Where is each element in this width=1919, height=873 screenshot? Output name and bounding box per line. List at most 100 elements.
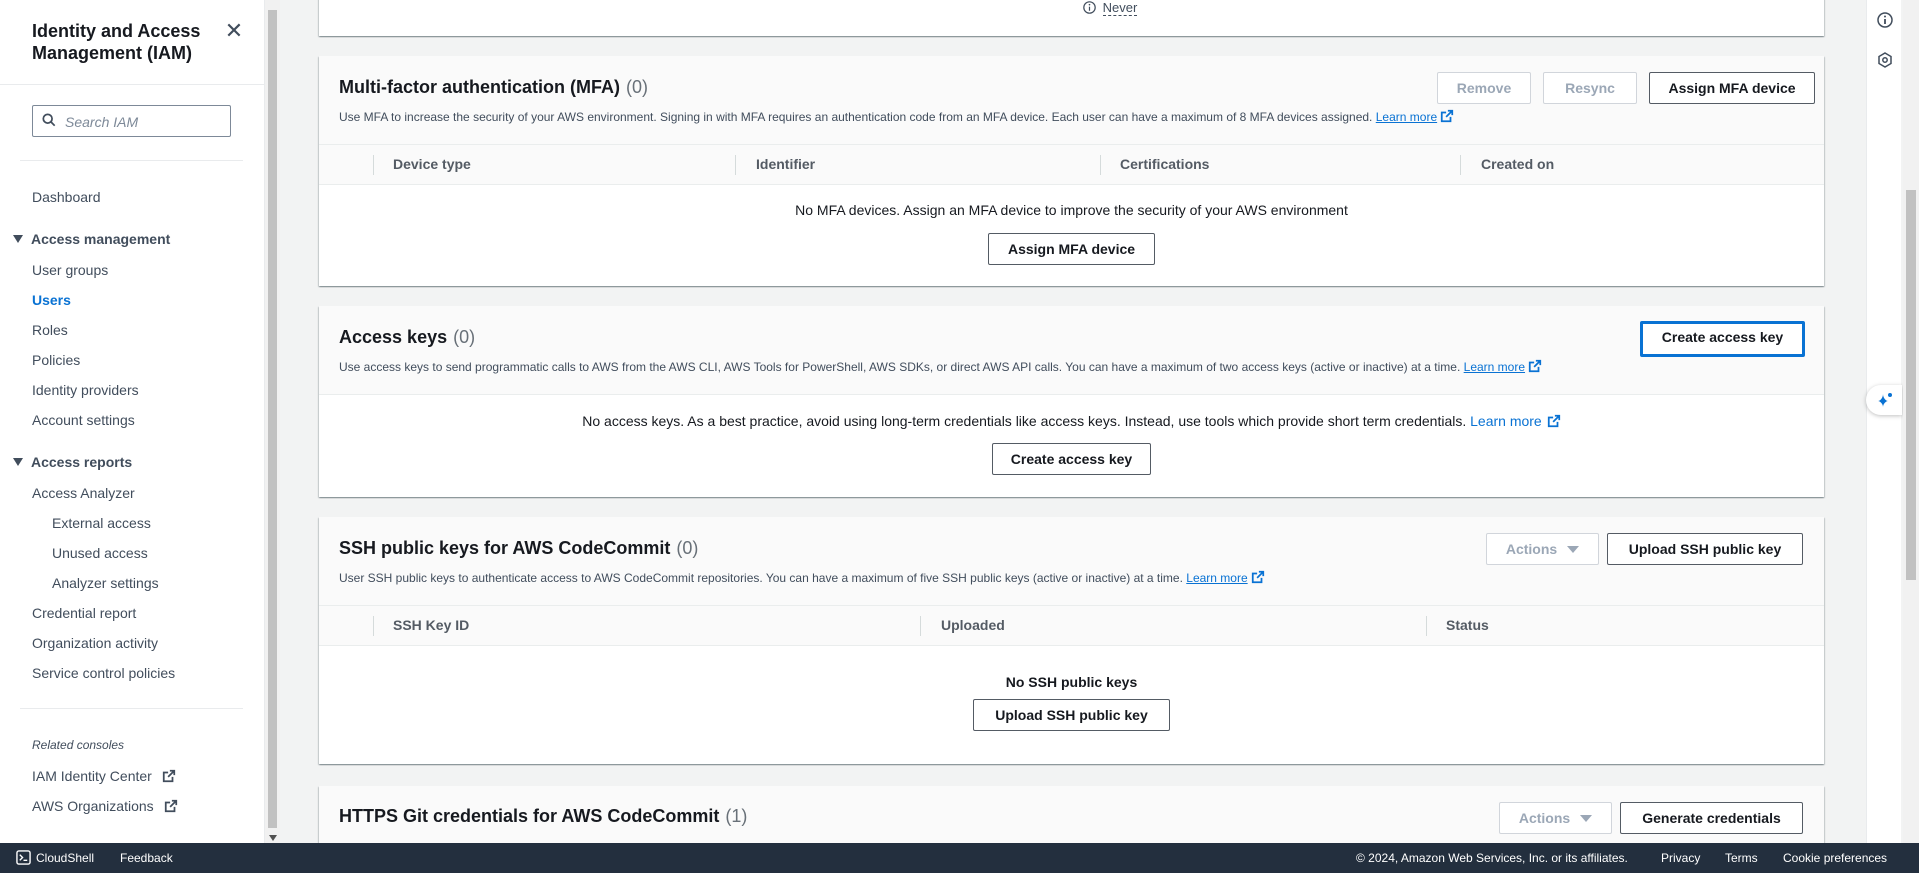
close-icon[interactable]: ✕ (222, 20, 246, 44)
search-input[interactable]: Search IAM (32, 105, 231, 137)
mfa-card: Multi-factor authentication (MFA) (0) Use… (319, 56, 1824, 286)
sidebar-section-access-management[interactable]: Access management (31, 231, 170, 247)
feedback-link[interactable]: Feedback (120, 851, 173, 865)
resync-button[interactable]: Resync (1543, 72, 1637, 104)
column-header-identifier[interactable]: Identifier (756, 156, 815, 172)
column-separator (373, 155, 374, 175)
sidebar-item-unused-access[interactable]: Unused access (52, 545, 148, 561)
search-placeholder: Search IAM (65, 114, 139, 130)
external-link-icon (1441, 109, 1454, 123)
scrollbar-thumb[interactable] (268, 10, 277, 828)
access-keys-empty-learn-more-link[interactable]: Learn more (1470, 413, 1542, 429)
access-keys-empty-text: No access keys. As a best practice, avoi… (582, 413, 1467, 429)
ssh-keys-card: SSH public keys for AWS CodeCommit (0) Us… (319, 517, 1824, 764)
mfa-learn-more-link[interactable]: Learn more (1376, 110, 1437, 124)
https-git-title-text: HTTPS Git credentials for AWS CodeCommit (339, 806, 720, 826)
cloudshell-link[interactable]: CloudShell (16, 850, 94, 865)
ssh-table-header: SSH Key ID Uploaded Status (319, 606, 1824, 646)
https-git-actions-dropdown[interactable]: Actions (1499, 802, 1612, 834)
actions-label: Actions (1505, 541, 1558, 557)
access-keys-title-text: Access keys (339, 327, 448, 347)
ssh-count: (0) (676, 538, 699, 558)
sidebar-item-service-control-policies[interactable]: Service control policies (32, 665, 175, 681)
column-header-uploaded[interactable]: Uploaded (941, 617, 1005, 633)
sparkle-icon (1878, 393, 1892, 407)
upload-ssh-public-key-empty-button[interactable]: Upload SSH public key (973, 699, 1170, 731)
ssh-description-text: User SSH public keys to authenticate acc… (339, 571, 1183, 585)
copyright-text: © 2024, Amazon Web Services, Inc. or its… (1356, 851, 1628, 865)
caret-down-icon[interactable] (13, 235, 23, 243)
settings-hex-icon[interactable] (1877, 52, 1893, 68)
sidebar-item-account-settings[interactable]: Account settings (32, 412, 135, 428)
sidebar-item-access-analyzer[interactable]: Access Analyzer (32, 485, 135, 501)
mfa-empty-message: No MFA devices. Assign an MFA device to … (795, 202, 1348, 218)
sidebar-item-organization-activity[interactable]: Organization activity (32, 635, 158, 651)
terms-link[interactable]: Terms (1725, 851, 1758, 865)
create-access-key-empty-button[interactable]: Create access key (992, 443, 1151, 475)
scroll-down-arrow-icon[interactable] (269, 835, 277, 841)
assign-mfa-device-button[interactable]: Assign MFA device (1649, 72, 1815, 104)
mfa-description: Use MFA to increase the security of your… (339, 109, 1454, 124)
cookie-preferences-link[interactable]: Cookie preferences (1783, 851, 1887, 865)
remove-button[interactable]: Remove (1437, 72, 1531, 104)
never-text: Never (1102, 0, 1138, 16)
divider (20, 160, 243, 161)
assistant-button[interactable] (1866, 385, 1902, 415)
access-keys-header (319, 306, 1824, 395)
sidebar-item-external-access[interactable]: External access (52, 515, 151, 531)
page-scrollbar[interactable] (1903, 0, 1919, 843)
ssh-keys-title: SSH public keys for AWS CodeCommit (0) (339, 538, 698, 559)
sidebar-item-credential-report[interactable]: Credential report (32, 605, 136, 621)
sidebar-item-roles[interactable]: Roles (32, 322, 68, 338)
sidebar-title: Identity and Access Management (IAM) (32, 21, 201, 63)
sidebar-link-aws-organizations[interactable]: AWS Organizations (32, 798, 178, 814)
mfa-count: (0) (625, 77, 648, 97)
scrollbar-thumb[interactable] (1906, 190, 1916, 580)
create-access-key-button[interactable]: Create access key (1640, 321, 1805, 357)
divider (20, 708, 243, 709)
https-git-title: HTTPS Git credentials for AWS CodeCommit… (339, 806, 747, 827)
column-header-ssh-key-id[interactable]: SSH Key ID (393, 617, 469, 633)
sidebar-section-access-reports[interactable]: Access reports (31, 454, 132, 470)
ssh-keys-description: User SSH public keys to authenticate acc… (339, 570, 1265, 585)
sidebar-item-identity-providers[interactable]: Identity providers (32, 382, 139, 398)
previous-section-card: Never (319, 0, 1824, 36)
column-header-status[interactable]: Status (1446, 617, 1489, 633)
privacy-link[interactable]: Privacy (1661, 851, 1700, 865)
access-keys-learn-more-link[interactable]: Learn more (1464, 360, 1525, 374)
sidebar-item-users[interactable]: Users (32, 292, 71, 308)
info-icon[interactable] (1877, 12, 1893, 28)
column-separator (1460, 155, 1461, 175)
sidebar-item-analyzer-settings[interactable]: Analyzer settings (52, 575, 159, 591)
column-separator (1426, 616, 1427, 636)
sidebar-item-dashboard[interactable]: Dashboard (32, 189, 101, 205)
last-used-value: Never (1083, 0, 1138, 16)
access-keys-description-text: Use access keys to send programmatic cal… (339, 360, 1461, 374)
sidebar-link-iam-identity-center[interactable]: IAM Identity Center (32, 768, 176, 784)
external-link-icon (1547, 414, 1560, 428)
cloudshell-label: CloudShell (36, 851, 95, 865)
sidebar: Identity and Access Management (IAM) ✕ S… (0, 0, 265, 843)
ssh-title-text: SSH public keys for AWS CodeCommit (339, 538, 671, 558)
upload-ssh-public-key-button[interactable]: Upload SSH public key (1607, 533, 1803, 565)
sidebar-item-policies[interactable]: Policies (32, 352, 80, 368)
mfa-title-text: Multi-factor authentication (MFA) (339, 77, 620, 97)
assign-mfa-device-empty-button[interactable]: Assign MFA device (988, 233, 1155, 265)
caret-down-icon[interactable] (13, 458, 23, 466)
column-header-certifications[interactable]: Certifications (1120, 156, 1209, 172)
https-git-count: (1) (725, 806, 748, 826)
external-link-icon (1528, 359, 1542, 373)
search-icon (42, 113, 56, 127)
ssh-empty-message: No SSH public keys (1005, 674, 1138, 690)
caret-down-icon (1580, 815, 1593, 822)
ssh-actions-dropdown[interactable]: Actions (1486, 533, 1599, 565)
access-keys-description: Use access keys to send programmatic cal… (339, 359, 1542, 374)
ssh-learn-more-link[interactable]: Learn more (1186, 571, 1247, 585)
access-keys-title: Access keys (0) (339, 327, 475, 348)
sidebar-scrollbar[interactable] (265, 0, 280, 843)
column-header-created-on[interactable]: Created on (1481, 156, 1554, 172)
generate-credentials-button[interactable]: Generate credentials (1620, 802, 1803, 834)
sidebar-item-user-groups[interactable]: User groups (32, 262, 108, 278)
column-header-device-type[interactable]: Device type (393, 156, 471, 172)
footer: CloudShell Feedback © 2024, Amazon Web S… (0, 843, 1919, 873)
